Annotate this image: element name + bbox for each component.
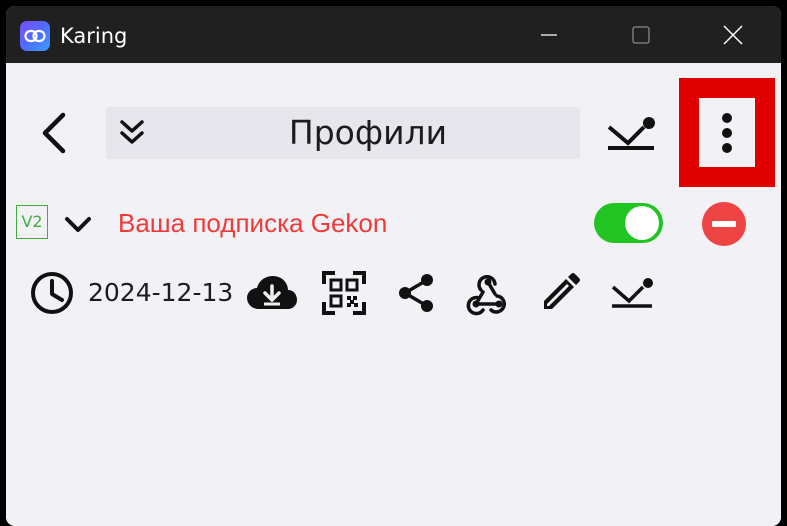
close-button[interactable]: [687, 6, 779, 63]
title-bar: Karing: [6, 6, 781, 63]
minus-icon: [712, 221, 736, 227]
last-update-indicator: [28, 268, 76, 318]
profile-name[interactable]: Ваша подписка Gekon: [118, 201, 387, 245]
more-button[interactable]: [699, 98, 755, 167]
import-icon: [607, 117, 655, 150]
maximize-button[interactable]: [595, 6, 687, 63]
import-config-button[interactable]: [608, 268, 656, 318]
webhook-button[interactable]: [464, 268, 512, 318]
highlight-box: [679, 78, 775, 187]
profile-actions-row: 2024-12-13: [6, 268, 781, 318]
delete-profile-button[interactable]: [702, 202, 746, 246]
app-window: Karing Профили V2 Ваша подписка Gekon 20…: [6, 6, 781, 526]
toggle-knob: [625, 206, 659, 240]
chevron-down-icon[interactable]: [62, 209, 94, 241]
link-icon: [20, 21, 50, 51]
profile-row: V2 Ваша подписка Gekon: [6, 201, 781, 251]
cloud-download-icon: [247, 276, 297, 309]
share-icon: [399, 274, 433, 312]
webhook-icon: [466, 275, 506, 316]
page-title: Профили: [288, 113, 448, 152]
more-vertical-icon: [722, 112, 732, 153]
import-icon: [611, 278, 653, 308]
profiles-page: Профили V2 Ваша подписка Gekon 2024-12-1…: [6, 63, 781, 526]
close-icon: [723, 24, 743, 45]
chevron-left-icon: [42, 112, 66, 154]
maximize-icon: [632, 25, 650, 44]
minimize-button[interactable]: [503, 6, 595, 63]
version-badge: V2: [16, 205, 48, 239]
profile-enable-toggle[interactable]: [594, 203, 663, 243]
share-button[interactable]: [392, 268, 440, 318]
clock-icon: [31, 272, 73, 314]
edit-button[interactable]: [536, 268, 584, 318]
qr-code-button[interactable]: [320, 268, 368, 318]
minimize-icon: [541, 33, 557, 36]
app-title: Karing: [60, 24, 128, 48]
update-profile-button[interactable]: [244, 268, 300, 318]
page-title-bar: Профили: [106, 107, 580, 159]
import-button[interactable]: [604, 113, 658, 153]
update-date: 2024-12-13: [88, 278, 234, 307]
edit-icon: [544, 273, 580, 309]
back-button[interactable]: [32, 111, 76, 155]
qr-code-icon: [322, 271, 366, 315]
